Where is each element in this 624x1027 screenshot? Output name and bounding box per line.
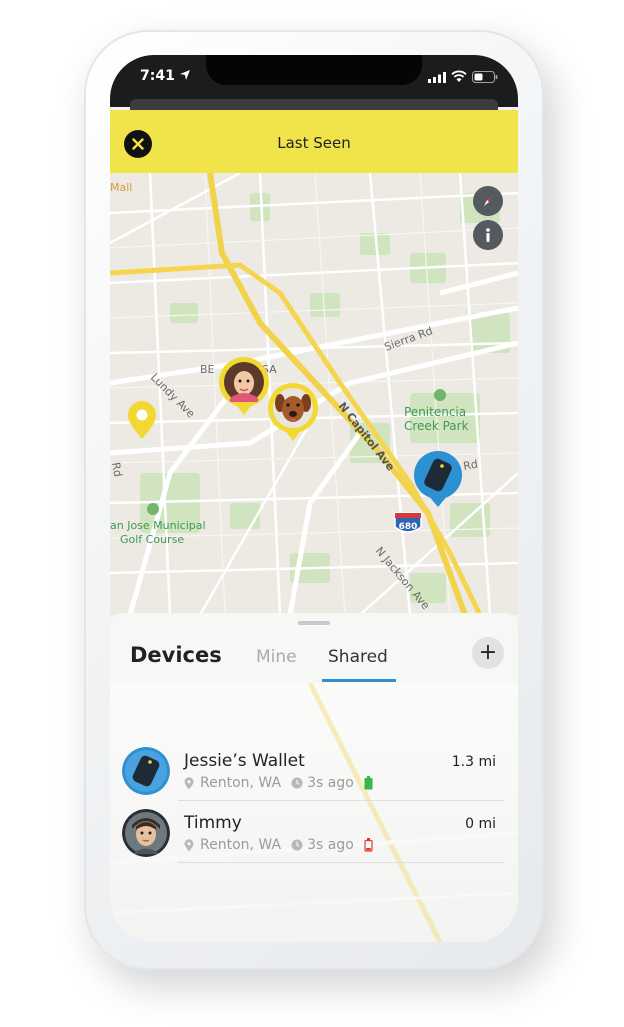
highway-shield-icon: 680 [394, 512, 422, 533]
highway-label: 680 [399, 522, 418, 532]
compass-icon [484, 196, 492, 206]
map-label-park-2: Creek Park [404, 419, 469, 433]
child-location-pin[interactable] [217, 355, 271, 417]
child-avatar [122, 809, 170, 857]
battery-full-icon [364, 776, 373, 790]
status-time: 7:41 [140, 68, 175, 84]
info-icon [486, 228, 490, 242]
wallet-tracker-icon [122, 747, 170, 795]
pet-location-pin[interactable] [266, 381, 320, 443]
active-tab-indicator [322, 679, 396, 682]
device-distance: 1.3 mi [451, 754, 496, 770]
map-view[interactable]: Mall BE SA Lundy Ave Rd Sierra Rd N Capi… [110, 171, 518, 617]
device-meta: Renton, WA 3s ago [184, 775, 373, 791]
map-label-golf-1: an Jose Municipal [110, 519, 206, 532]
location-pin-small-icon [184, 838, 194, 851]
notch [206, 55, 422, 85]
location-pin-icon[interactable] [126, 401, 158, 441]
map-label-rd: Rd [110, 461, 124, 478]
status-bar: 7:41 [110, 55, 518, 111]
map-label-berryessa: BE [200, 363, 215, 376]
map-label-rd-right: Rd [462, 458, 479, 473]
clock-icon [291, 777, 303, 789]
device-name: Jessie’s Wallet [184, 751, 305, 771]
battery-low-icon [364, 838, 373, 852]
device-last-seen: 3s ago [307, 837, 354, 853]
page-title: Last Seen [277, 134, 351, 152]
signal-icon [428, 72, 446, 83]
app-screen: 7:41 Last Seen Mall BE SA Lundy Ave Rd S… [110, 55, 518, 942]
location-pin-small-icon [184, 776, 194, 789]
device-meta: Renton, WA 3s ago [184, 837, 373, 853]
clock-icon [291, 839, 303, 851]
device-location: Renton, WA [200, 775, 282, 791]
add-device-button[interactable]: + [472, 637, 504, 669]
tab-mine[interactable]: Mine [256, 647, 297, 667]
location-arrow-icon [180, 70, 190, 80]
devices-sheet: Devices Mine Shared + Jessie’s Wallet 1.… [110, 613, 518, 942]
tab-shared[interactable]: Shared [328, 647, 388, 667]
device-location: Renton, WA [200, 837, 282, 853]
sheet-drag-handle[interactable] [298, 621, 330, 625]
device-distance: 0 mi [465, 816, 496, 832]
device-row-timmy[interactable]: Timmy 0 mi Renton, WA 3s ago [110, 801, 518, 863]
battery-icon [472, 71, 498, 83]
info-button[interactable] [473, 220, 503, 250]
device-name: Timmy [184, 813, 242, 833]
wifi-icon [451, 70, 467, 82]
device-last-seen: 3s ago [307, 775, 354, 791]
device-row-wallet[interactable]: Jessie’s Wallet 1.3 mi Renton, WA 3s ago [110, 739, 518, 801]
map-label-mall: Mall [110, 181, 132, 194]
row-divider [178, 862, 504, 863]
wallet-tracker-pin[interactable] [412, 449, 464, 509]
sheet-title: Devices [130, 643, 222, 667]
compass-button[interactable] [473, 186, 503, 216]
map-label-park-1: Penitencia [404, 405, 466, 419]
last-seen-header: Last Seen [110, 110, 518, 173]
map-label-golf-2: Golf Course [120, 533, 184, 546]
